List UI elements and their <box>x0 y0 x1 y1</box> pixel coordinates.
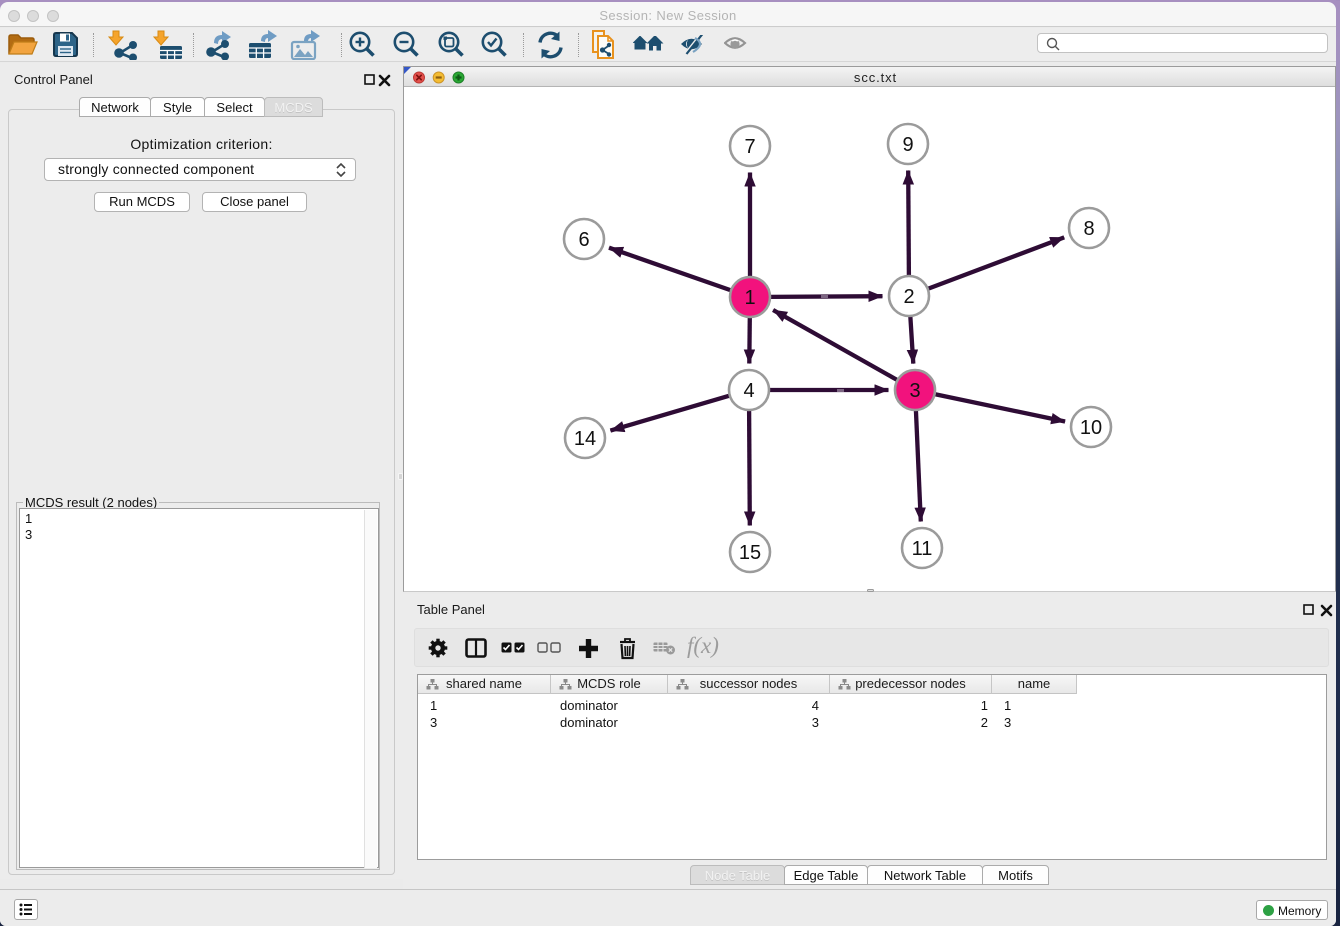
svg-text:8: 8 <box>1083 218 1094 240</box>
svg-text:9: 9 <box>902 134 913 156</box>
svg-text:15: 15 <box>739 542 761 564</box>
svg-text:4: 4 <box>743 380 754 402</box>
svg-text:11: 11 <box>912 538 933 560</box>
svg-text:1: 1 <box>744 287 755 309</box>
svg-text:2: 2 <box>903 286 914 308</box>
svg-text:14: 14 <box>574 428 596 450</box>
svg-text:7: 7 <box>744 136 755 158</box>
svg-text:10: 10 <box>1080 417 1102 439</box>
svg-text:6: 6 <box>578 229 589 251</box>
svg-text:3: 3 <box>909 380 920 402</box>
